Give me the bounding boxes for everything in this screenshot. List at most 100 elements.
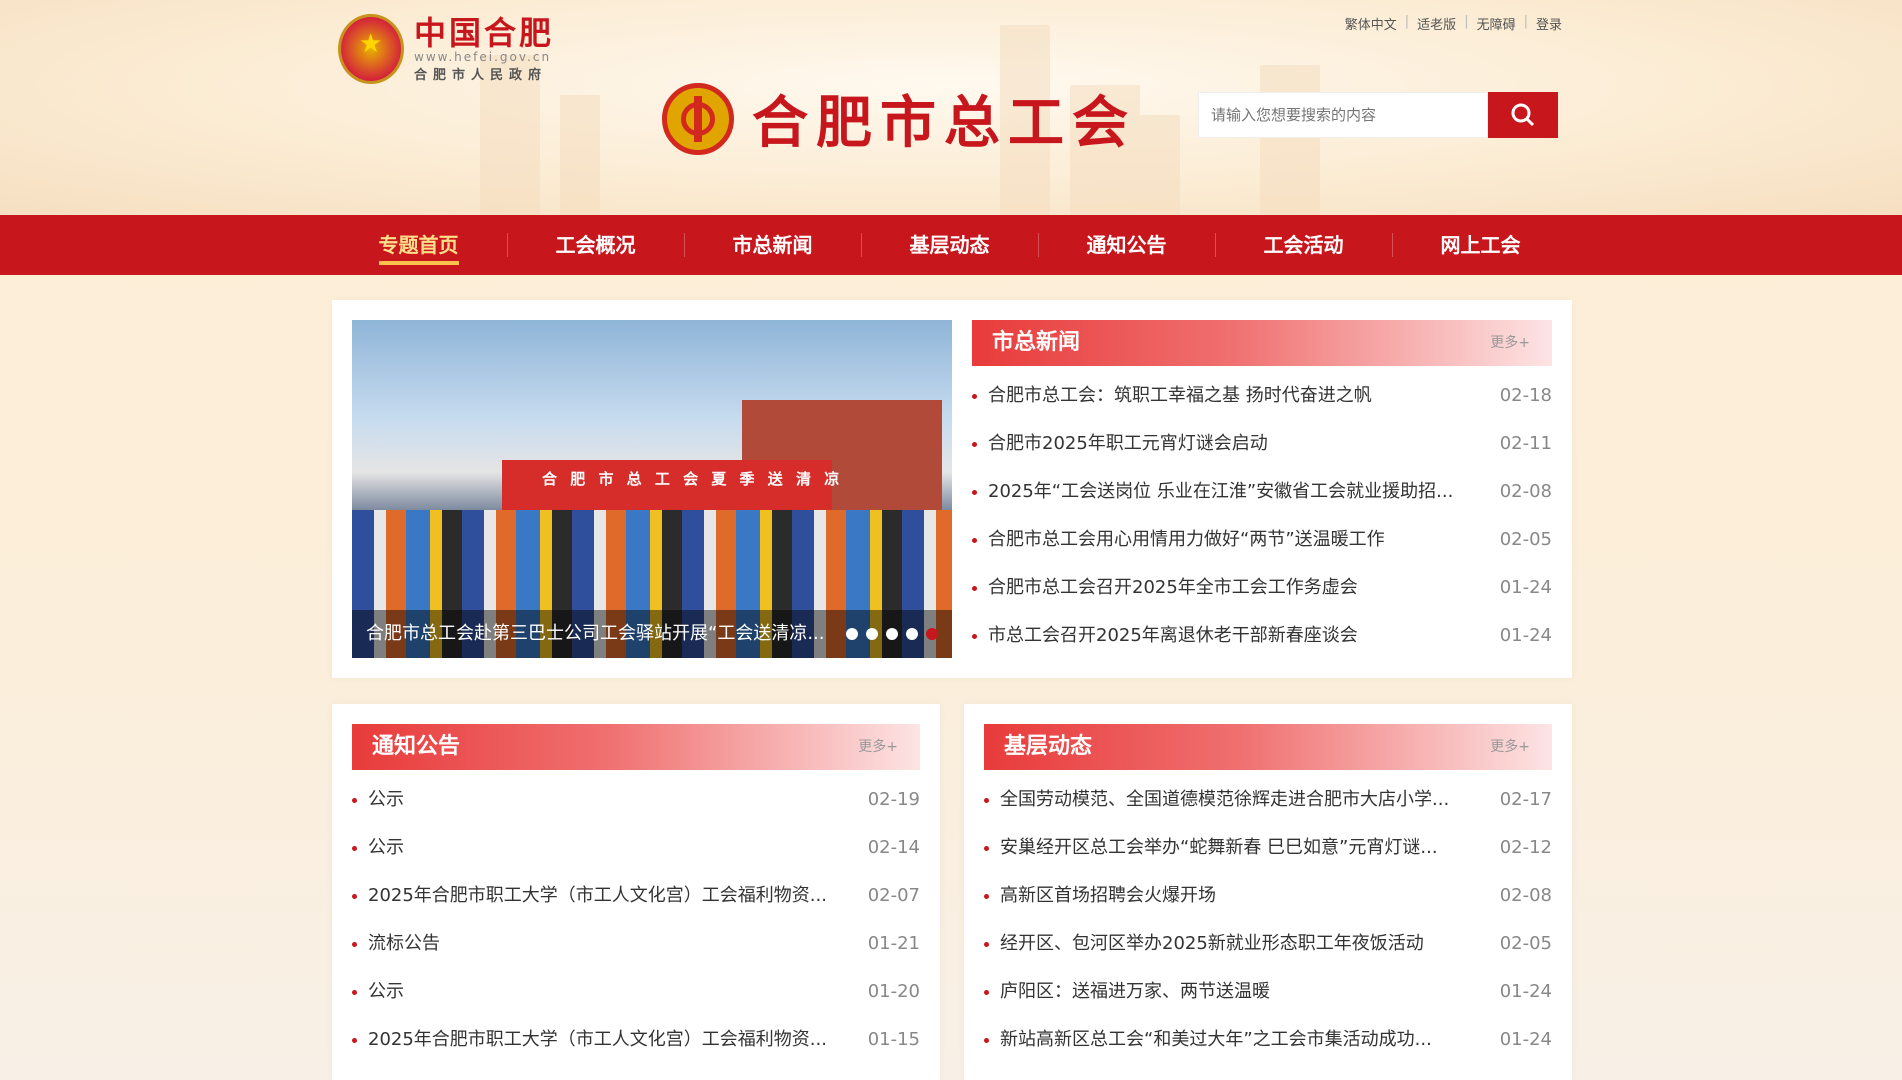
banner-text: 合 肥 市 总 工 会 夏 季 送 清 凉 bbox=[542, 470, 844, 488]
list-item-title[interactable]: 2025年“工会送岗位 乐业在江淮”安徽省工会就业援助招... bbox=[988, 468, 1453, 516]
union-badge-icon bbox=[662, 82, 734, 155]
list-item[interactable]: 全国劳动模范、全国道德模范徐辉走进合肥市大店小学... 02-17 bbox=[984, 776, 1552, 824]
list-item[interactable]: 庐阳区：送福进万家、两节送温暖 01-24 bbox=[984, 968, 1552, 1016]
image-slider[interactable]: 合 肥 市 总 工 会 夏 季 送 清 凉 合肥市总工会赴第三巴士公司工会驿站开… bbox=[352, 320, 952, 658]
slider-dot[interactable] bbox=[886, 628, 898, 640]
search-icon bbox=[1511, 103, 1535, 127]
list-item-date: 02-08 bbox=[1499, 885, 1552, 906]
list-item-date: 02-17 bbox=[1499, 789, 1552, 810]
section-title: 通知公告 bbox=[372, 734, 461, 759]
site-title[interactable]: 合肥市总工会 bbox=[662, 78, 1136, 159]
search-input[interactable] bbox=[1198, 92, 1488, 138]
list-item-title[interactable]: 公示 bbox=[368, 824, 404, 872]
list-item[interactable]: 合肥市总工会用心用情用力做好“两节”送温暖工作 02-05 bbox=[972, 516, 1552, 564]
slider-dot-active[interactable] bbox=[926, 628, 938, 640]
grassroots-more-link[interactable]: 更多+ bbox=[1490, 724, 1530, 770]
list-item-date: 02-12 bbox=[1499, 837, 1552, 858]
top-links: 繁体中文 | 适老版 | 无障碍 | 登录 bbox=[1344, 14, 1562, 33]
slider-dot[interactable] bbox=[866, 628, 878, 640]
list-item-date: 01-24 bbox=[1499, 625, 1552, 646]
list-item[interactable]: 新站高新区总工会“和美过大年”之工会市集活动成功... 01-24 bbox=[984, 1016, 1552, 1064]
site-name: 合肥市总工会 bbox=[752, 90, 1136, 156]
site-header: 中国合肥 www.hefei.gov.cn 合肥市人民政府 繁体中文 | 适老版… bbox=[0, 0, 1902, 215]
list-item-title[interactable]: 公示 bbox=[368, 776, 404, 824]
list-item-date: 01-24 bbox=[1499, 577, 1552, 598]
list-item-date: 01-24 bbox=[1499, 981, 1552, 1002]
section-title: 市总新闻 bbox=[992, 330, 1081, 355]
nav-item-overview[interactable]: 工会概况 bbox=[507, 215, 684, 275]
main-nav: 专题首页 工会概况 市总新闻 基层动态 通知公告 工会活动 网上工会 bbox=[0, 215, 1902, 275]
featured-panel: 合 肥 市 总 工 会 夏 季 送 清 凉 合肥市总工会赴第三巴士公司工会驿站开… bbox=[332, 300, 1572, 678]
list-item-title[interactable]: 经开区、包河区举办2025新就业形态职工年夜饭活动 bbox=[1000, 920, 1424, 968]
list-item[interactable]: 经开区、包河区举办2025新就业形态职工年夜饭活动 02-05 bbox=[984, 920, 1552, 968]
list-item-date: 02-11 bbox=[1499, 433, 1552, 454]
list-item-title[interactable]: 合肥市总工会召开2025年全市工会工作务虚会 bbox=[988, 564, 1358, 612]
list-item-date: 02-08 bbox=[1499, 481, 1552, 502]
nav-item-notices[interactable]: 通知公告 bbox=[1038, 215, 1215, 275]
gov-url: www.hefei.gov.cn bbox=[414, 49, 552, 64]
gov-name: 中国合肥 bbox=[414, 13, 555, 52]
list-item[interactable]: 2025年合肥市职工大学（市工人文化宫）工会福利物资... 02-07 bbox=[352, 872, 920, 920]
list-item[interactable]: 合肥市总工会：筑职工幸福之基 扬时代奋进之帆 02-18 bbox=[972, 372, 1552, 420]
list-item-date: 02-05 bbox=[1499, 529, 1552, 550]
news-more-link[interactable]: 更多+ bbox=[1490, 320, 1530, 366]
grassroots-list: 全国劳动模范、全国道德模范徐辉走进合肥市大店小学... 02-17 安巢经开区总工会… bbox=[984, 776, 1552, 1064]
list-item-title[interactable]: 合肥市2025年职工元宵灯谜会启动 bbox=[988, 420, 1268, 468]
list-item[interactable]: 流标公告 01-21 bbox=[352, 920, 920, 968]
list-item[interactable]: 2025年合肥市职工大学（市工人文化宫）工会福利物资... 01-15 bbox=[352, 1016, 920, 1064]
list-item[interactable]: 合肥市总工会召开2025年全市工会工作务虚会 01-24 bbox=[972, 564, 1552, 612]
list-item-title[interactable]: 流标公告 bbox=[368, 920, 440, 968]
nav-item-online[interactable]: 网上工会 bbox=[1392, 215, 1569, 275]
list-item-date: 01-15 bbox=[867, 1029, 920, 1050]
national-emblem-icon bbox=[338, 14, 404, 84]
list-item[interactable]: 高新区首场招聘会火爆开场 02-08 bbox=[984, 872, 1552, 920]
list-item-title[interactable]: 庐阳区：送福进万家、两节送温暖 bbox=[1000, 968, 1270, 1016]
news-list: 合肥市总工会：筑职工幸福之基 扬时代奋进之帆 02-18 合肥市2025年职工元宵灯… bbox=[972, 372, 1552, 660]
notices-more-link[interactable]: 更多+ bbox=[858, 724, 898, 770]
list-item-title[interactable]: 公示 bbox=[368, 968, 404, 1016]
list-item-date: 01-21 bbox=[867, 933, 920, 954]
list-item-title[interactable]: 2025年合肥市职工大学（市工人文化宫）工会福利物资... bbox=[368, 872, 827, 920]
section-title: 基层动态 bbox=[1004, 734, 1093, 759]
list-item-date: 02-07 bbox=[867, 885, 920, 906]
list-item-date: 01-24 bbox=[1499, 1029, 1552, 1050]
list-item-date: 02-05 bbox=[1499, 933, 1552, 954]
list-item-date: 01-20 bbox=[867, 981, 920, 1002]
list-item-title[interactable]: 安巢经开区总工会举办“蛇舞新春 巳巳如意”元宵灯谜... bbox=[1000, 824, 1438, 872]
gov-logo[interactable]: 中国合肥 www.hefei.gov.cn 合肥市人民政府 bbox=[338, 14, 554, 84]
list-item-title[interactable]: 合肥市总工会用心用情用力做好“两节”送温暖工作 bbox=[988, 516, 1385, 564]
grassroots-panel: 基层动态 更多+ 全国劳动模范、全国道德模范徐辉走进合肥市大店小学... 02-1… bbox=[964, 704, 1572, 1080]
slider-dot[interactable] bbox=[906, 628, 918, 640]
search-bar bbox=[1198, 92, 1558, 138]
slider-dots bbox=[846, 628, 938, 640]
list-item[interactable]: 公示 02-19 bbox=[352, 776, 920, 824]
notices-panel: 通知公告 更多+ 公示 02-19 公示 02-14 2025年合肥市职工大学（市工人文… bbox=[332, 704, 940, 1080]
link-elderly-mode[interactable]: 适老版 bbox=[1417, 14, 1456, 33]
list-item-date: 02-14 bbox=[867, 837, 920, 858]
list-item-title[interactable]: 新站高新区总工会“和美过大年”之工会市集活动成功... bbox=[1000, 1016, 1432, 1064]
slider-dot[interactable] bbox=[846, 628, 858, 640]
list-item[interactable]: 2025年“工会送岗位 乐业在江淮”安徽省工会就业援助招... 02-08 bbox=[972, 468, 1552, 516]
list-item-title[interactable]: 市总工会召开2025年离退休老干部新春座谈会 bbox=[988, 612, 1358, 660]
list-item-title[interactable]: 2025年合肥市职工大学（市工人文化宫）工会福利物资... bbox=[368, 1016, 827, 1064]
list-item[interactable]: 公示 02-14 bbox=[352, 824, 920, 872]
list-item-title[interactable]: 全国劳动模范、全国道德模范徐辉走进合肥市大店小学... bbox=[1000, 776, 1449, 824]
nav-item-activities[interactable]: 工会活动 bbox=[1215, 215, 1392, 275]
list-item[interactable]: 市总工会召开2025年离退休老干部新春座谈会 01-24 bbox=[972, 612, 1552, 660]
gov-subtitle: 合肥市人民政府 bbox=[414, 67, 548, 83]
list-item-title[interactable]: 高新区首场招聘会火爆开场 bbox=[1000, 872, 1216, 920]
search-button[interactable] bbox=[1488, 92, 1558, 138]
grassroots-header: 基层动态 更多+ bbox=[984, 724, 1552, 770]
list-item[interactable]: 合肥市2025年职工元宵灯谜会启动 02-11 bbox=[972, 420, 1552, 468]
link-traditional-chinese[interactable]: 繁体中文 bbox=[1345, 14, 1397, 33]
link-login[interactable]: 登录 bbox=[1536, 14, 1562, 33]
list-item[interactable]: 公示 01-20 bbox=[352, 968, 920, 1016]
link-accessibility[interactable]: 无障碍 bbox=[1477, 14, 1516, 33]
nav-item-city-news[interactable]: 市总新闻 bbox=[684, 215, 861, 275]
news-header: 市总新闻 更多+ bbox=[972, 320, 1552, 366]
list-item-title[interactable]: 合肥市总工会：筑职工幸福之基 扬时代奋进之帆 bbox=[988, 372, 1372, 420]
nav-item-home[interactable]: 专题首页 bbox=[330, 215, 507, 275]
list-item[interactable]: 安巢经开区总工会举办“蛇舞新春 巳巳如意”元宵灯谜... 02-12 bbox=[984, 824, 1552, 872]
notices-list: 公示 02-19 公示 02-14 2025年合肥市职工大学（市工人文化宫）工会福利物资… bbox=[352, 776, 920, 1064]
nav-item-grassroots[interactable]: 基层动态 bbox=[861, 215, 1038, 275]
